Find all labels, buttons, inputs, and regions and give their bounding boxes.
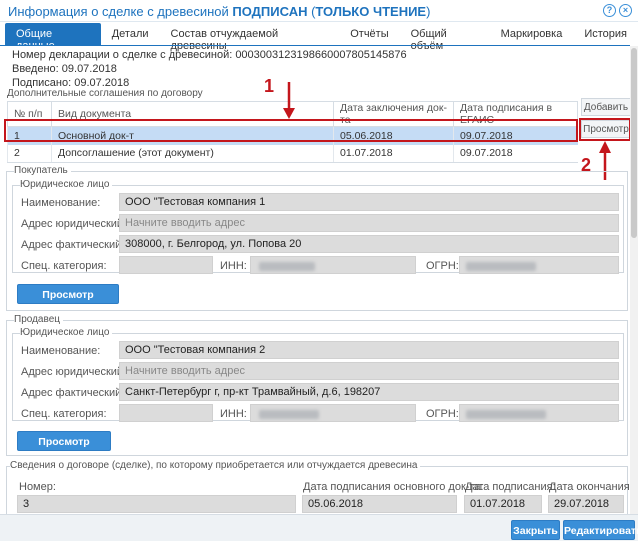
tab-marking[interactable]: Маркировка (490, 23, 574, 45)
view-seller-button[interactable]: Просмотр продавца (17, 431, 111, 468)
main-doc-date-label: Дата подписания основного док-та: (303, 481, 484, 493)
seller-name-field[interactable]: ООО "Тестовая компания 2 (119, 341, 619, 359)
tab-details[interactable]: Детали (101, 23, 160, 45)
buyer-actual-address-field[interactable]: 308000, г. Белгород, ул. Попова 20 (119, 235, 619, 253)
buyer-legal-address-label: Адрес юридический: (21, 218, 127, 230)
seller-special-category-label: Спец. категория: (21, 408, 107, 420)
scrollbar-thumb[interactable] (631, 48, 637, 238)
buyer-section-label: Покупатель (14, 165, 71, 176)
title-paren-close: ) (426, 4, 431, 19)
seller-actual-address-label: Адрес фактический: (21, 387, 125, 399)
view-buyer-button[interactable]: Просмотр покупателя (17, 284, 119, 321)
cell-signed: 09.07.2018 (453, 144, 578, 163)
seller-inn-label: ИНН: (220, 408, 247, 420)
tab-underline (0, 45, 630, 46)
seller-legal-address-label: Адрес юридический: (21, 366, 127, 378)
window-titlebar: Информация о сделке с древесиной ПОДПИСА… (0, 0, 638, 22)
title-mode: ТОЛЬКО ЧТЕНИЕ (315, 4, 427, 19)
sign-date-field[interactable]: 01.07.2018 (464, 495, 542, 513)
buyer-actual-address-label: Адрес фактический: (21, 239, 125, 251)
add-agreement-button[interactable]: Добавить (581, 98, 631, 116)
redacted-value (466, 262, 536, 271)
contract-number-label: Номер: (19, 481, 56, 493)
buyer-name-label: Наименование: (21, 197, 101, 209)
buyer-inn-field[interactable] (250, 256, 416, 274)
edit-button[interactable]: Редактировать (563, 520, 638, 540)
buyer-legal-address-field[interactable]: Начните вводить адрес (119, 214, 619, 232)
tab-bar: Общие данные Детали Состав отчуждаемой д… (0, 23, 638, 52)
title-status: ПОДПИСАН (232, 4, 308, 19)
redacted-value (259, 410, 319, 419)
agreements-section-label: Дополнительные соглашения по договору (7, 88, 206, 99)
help-icon[interactable]: ? (603, 4, 616, 17)
introduced-date: Введено: 09.07.2018 (12, 63, 117, 75)
seller-name-label: Наименование: (21, 345, 101, 357)
seller-section-label: Продавец (14, 314, 63, 325)
tab-general[interactable]: Общие данные (5, 23, 101, 52)
annotation-label-1: 1 (264, 76, 275, 96)
cell-doc-type: Допсоглашение (этот документ) (51, 144, 334, 163)
buyer-inn-label: ИНН: (220, 260, 247, 272)
tab-history[interactable]: История (573, 23, 638, 45)
buyer-entity-label: Юридическое лицо (20, 179, 113, 190)
buyer-name-field[interactable]: ООО "Тестовая компания 1 (119, 193, 619, 211)
tab-wood-composition[interactable]: Состав отчуждаемой древесины (160, 23, 340, 52)
cell-number: 2 (7, 144, 52, 163)
seller-ogrn-label: ОГРН: (426, 408, 459, 420)
contract-section-label: Сведения о договоре (сделке), по котором… (10, 460, 421, 471)
close-icon[interactable]: × (619, 4, 632, 17)
main-doc-date-field[interactable]: 05.06.2018 (302, 495, 457, 513)
annotation-highlight-view-button (579, 118, 631, 141)
end-date-label: Дата окончания: (549, 481, 633, 493)
annotation-arrow-down-icon (283, 82, 295, 119)
table-row[interactable]: 2 Допсоглашение (этот документ) 01.07.20… (7, 144, 578, 163)
redacted-value (259, 262, 315, 271)
dialog-footer: Закрыть Редактировать (0, 514, 638, 541)
end-date-field[interactable]: 29.07.2018 (548, 495, 624, 513)
buyer-special-category-field[interactable] (119, 256, 213, 274)
cell-concluded: 01.07.2018 (333, 144, 454, 163)
buyer-special-category-label: Спец. категория: (21, 260, 107, 272)
window-controls: ? × (603, 4, 632, 17)
seller-special-category-field[interactable] (119, 404, 213, 422)
seller-inn-field[interactable] (250, 404, 416, 422)
seller-actual-address-field[interactable]: Санкт-Петербург г, пр-кт Трамвайный, д.6… (119, 383, 619, 401)
seller-ogrn-field[interactable] (459, 404, 619, 422)
seller-legal-address-field[interactable]: Начните вводить адрес (119, 362, 619, 380)
contract-number-field[interactable]: 3 (17, 495, 296, 513)
seller-entity-label: Юридическое лицо (20, 327, 113, 338)
annotation-highlight-row (4, 119, 578, 142)
close-button[interactable]: Закрыть (511, 520, 560, 540)
buyer-ogrn-field[interactable] (459, 256, 619, 274)
sign-date-label: Дата подписания: (465, 481, 556, 493)
declaration-number: Номер декларации о сделке с древесиной: … (12, 49, 407, 61)
title-prefix: Информация о сделке с древесиной (8, 4, 233, 19)
buyer-ogrn-label: ОГРН: (426, 260, 459, 272)
redacted-value (466, 410, 546, 419)
tab-reports[interactable]: Отчёты (339, 23, 399, 45)
tab-total-volume[interactable]: Общий объём (400, 23, 490, 52)
window-title: Информация о сделке с древесиной ПОДПИСА… (8, 4, 430, 19)
